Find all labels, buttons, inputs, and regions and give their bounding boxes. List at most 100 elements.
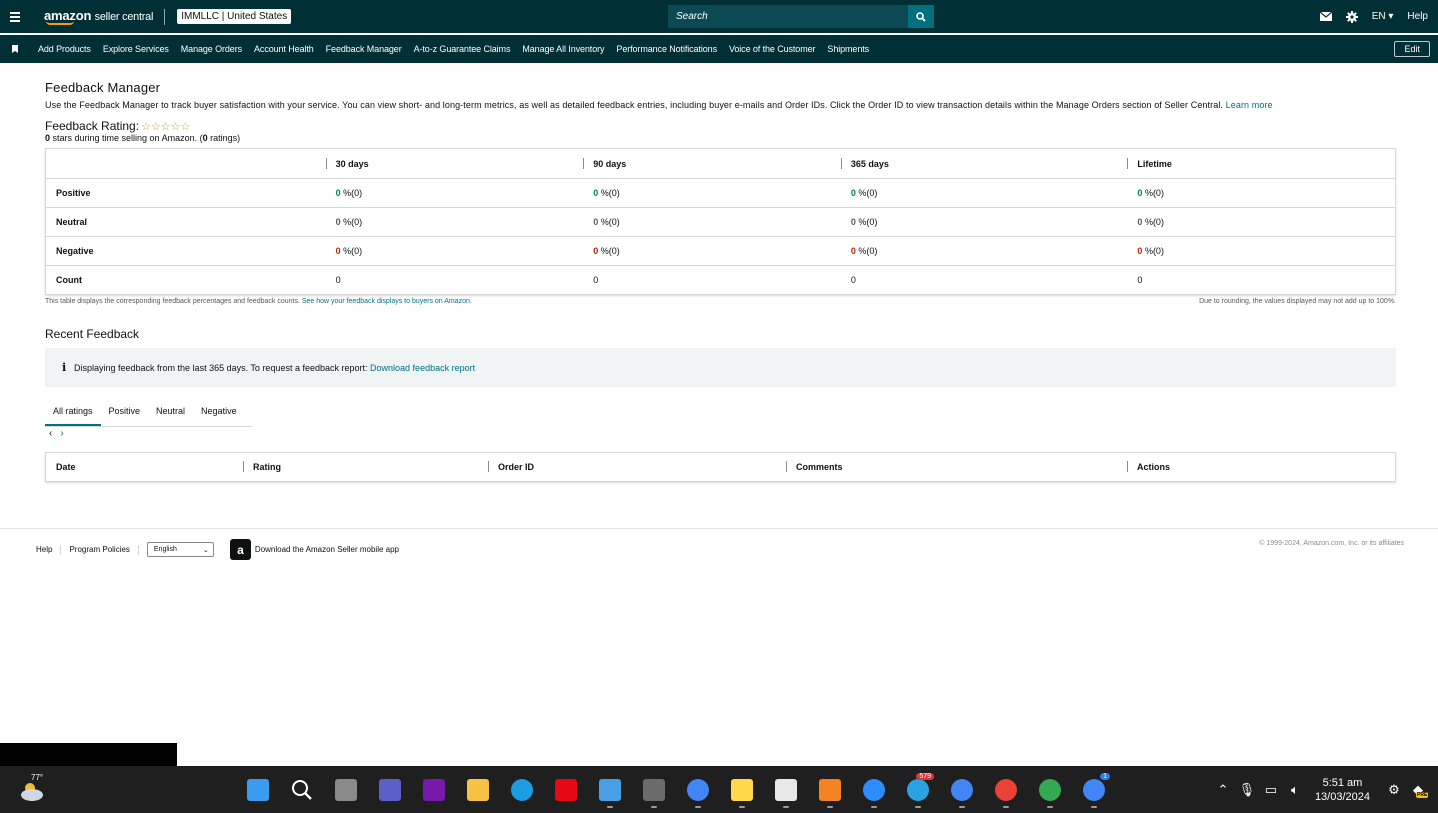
search-button[interactable] [908,5,934,28]
nav-voice-of-the-customer[interactable]: Voice of the Customer [723,44,821,54]
chevron-right-icon[interactable]: › [60,428,63,439]
network-icon[interactable]: ▭ [1259,782,1283,798]
tab-all-ratings[interactable]: All ratings [45,402,101,426]
file-explorer-icon[interactable] [456,777,500,802]
nav-feedback-manager[interactable]: Feedback Manager [320,44,408,54]
sticky-notes-icon[interactable] [720,777,764,808]
netflix-icon[interactable] [544,777,588,802]
feedback-summary-table: 30 days 90 days 365 days Lifetime Positi… [45,148,1396,295]
footer-help-link[interactable]: Help [36,545,52,554]
nav-manage-orders[interactable]: Manage Orders [175,44,248,54]
logo-product: seller central [94,10,154,23]
learn-more-link[interactable]: Learn more [1226,100,1273,110]
table-cell: 0 %(0) [1127,217,1395,227]
edge-glyph [511,778,533,801]
amazon-app-icon[interactable]: a [229,539,251,560]
nav-explore-services[interactable]: Explore Services [97,44,175,54]
tab-negative[interactable]: Negative [193,402,245,426]
notification-badge: 579 [916,773,934,780]
count-cell: 0 [593,275,599,285]
program-policies-link[interactable]: Program Policies [69,545,129,554]
cell-suffix: %(0) [343,246,363,256]
amazon-seller-central-logo[interactable]: amazon seller central [44,9,153,25]
nav-performance-notifications[interactable]: Performance Notifications [610,44,723,54]
download-feedback-report-link[interactable]: Download feedback report [370,363,475,373]
column-rating[interactable]: Rating [243,461,488,472]
calculator-icon[interactable] [632,777,676,808]
cell-value: 0 [850,217,856,227]
telegram-icon[interactable]: 579 [896,773,940,808]
feedback-rating: Feedback Rating: ☆☆☆☆☆ [45,119,1396,133]
edit-nav-button[interactable]: Edit [1394,41,1430,57]
ringcentral-icon[interactable] [808,777,852,808]
copilot-badge: PRE [1416,791,1429,798]
see-feedback-display-link[interactable]: See how your feedback displays to buyers… [302,298,472,305]
zoom-icon[interactable] [852,777,896,808]
chevron-left-icon[interactable]: ‹ [49,428,52,439]
chrome-profile-4-icon[interactable]: 1 [1072,773,1116,808]
divider [164,8,166,25]
cell-value: 0 [1137,217,1143,227]
count-cell: 0 [1137,275,1143,285]
cell-suffix: %(0) [858,217,878,227]
mail-icon[interactable] [1319,12,1332,21]
page-description: Use the Feedback Manager to track buyer … [45,100,1396,110]
download-app-link[interactable]: Download the Amazon Seller mobile app [255,545,399,554]
nav-manage-all-inventory[interactable]: Manage All Inventory [516,44,610,54]
divider [137,544,139,555]
table-notes: This table displays the corresponding fe… [45,298,1396,305]
language-selector[interactable]: EN ▾ [1372,11,1394,22]
tab-positive[interactable]: Positive [101,402,149,426]
cell-suffix: %(0) [1144,217,1164,227]
column-comments[interactable]: Comments [786,461,1127,472]
nav-a-to-z-claims[interactable]: A-to-z Guarantee Claims [408,44,517,54]
ringcentral-glyph [819,778,841,801]
teams-icon[interactable] [368,777,412,802]
clock[interactable]: 5:51 am 13/03/2024 [1315,776,1370,804]
table-cell: 0 %(0) [1127,246,1395,256]
notification-icon[interactable]: ⚙︎ [1382,782,1406,798]
cell-suffix: %(0) [343,188,363,198]
cell-suffix: %(0) [858,188,878,198]
chrome-icon[interactable] [676,777,720,808]
gear-icon[interactable] [1345,10,1358,23]
column-actions[interactable]: Actions [1127,461,1327,472]
column-date[interactable]: Date [46,462,243,472]
chrome-profile-1-icon[interactable] [940,777,984,808]
language-dropdown[interactable]: English ⌄ [146,542,214,557]
running-indicator [915,806,921,808]
onenote-icon[interactable] [412,777,456,802]
snipping-tool-icon[interactable] [764,777,808,808]
volume-icon[interactable]: 🔈︎ [1283,782,1307,798]
chrome-profile-2-icon[interactable] [984,777,1028,808]
tab-neutral[interactable]: Neutral [148,402,193,426]
weather-widget[interactable]: 77° [18,773,48,805]
cell-suffix: %(0) [600,217,620,227]
copilot-icon[interactable]: ◆ PRE [1406,782,1430,798]
chrome-profile-3-icon[interactable] [1028,777,1072,808]
notepad-glyph [599,778,621,801]
edge-icon[interactable] [500,777,544,802]
cell-value: 0 [593,188,599,198]
cell-value: 0 [850,246,856,256]
table-cell: 0 %(0) [1127,188,1395,198]
menu-icon[interactable] [0,0,30,33]
top-right-controls: EN ▾ Help [1319,0,1428,33]
windows-start-icon[interactable] [236,777,280,802]
nav-account-health[interactable]: Account Health [248,44,320,54]
sticky-notes-glyph [731,778,753,801]
account-switcher[interactable]: IMMLLC | United States [177,9,292,24]
bookmark-icon[interactable] [0,45,30,53]
chevron-up-icon[interactable]: ⌃ [1211,782,1235,798]
nav-shipments[interactable]: Shipments [821,44,875,54]
help-link[interactable]: Help [1407,11,1428,22]
task-view-icon[interactable] [324,777,368,802]
column-order-id[interactable]: Order ID [488,461,786,472]
table-row-neutral: Neutral 0 %(0) 0 %(0) 0 %(0) 0 %(0) [46,207,1395,236]
rating-tabs: All ratings Positive Neutral Negative [45,402,252,427]
search-input[interactable] [668,5,908,28]
microphone-icon[interactable]: 🎙︎ [1235,782,1259,798]
nav-add-products[interactable]: Add Products [32,44,97,54]
notepad-icon[interactable] [588,777,632,808]
search-icon[interactable] [280,777,324,802]
